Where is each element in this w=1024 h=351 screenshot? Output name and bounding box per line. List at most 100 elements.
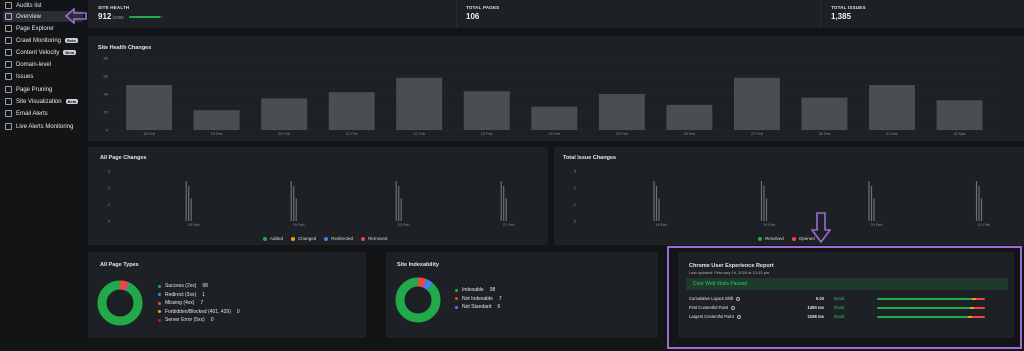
x-tick-label: 18 Feb — [655, 223, 667, 227]
bar — [328, 92, 375, 130]
site-health-max: /1000 — [112, 15, 124, 20]
sidebar-item-label: Overview — [16, 13, 42, 20]
sidebar-item-label: Crawl Monitoring — [16, 37, 62, 44]
site-indexability-list: Indexable 98 Not Indexable 7 Not Standard 6 — [455, 286, 502, 312]
bar — [290, 181, 292, 221]
sidebar-item-domain-level[interactable]: Domain-level — [3, 59, 83, 70]
chart-icon — [5, 13, 12, 20]
sidebar-item-content-velocity[interactable]: Content Velocity Beta — [3, 47, 83, 58]
sidebar-item-label: Issues — [16, 73, 34, 80]
bar — [733, 77, 780, 130]
total-issue-changes-legend: Resolved Opened — [758, 236, 815, 241]
y-tick-label: 1 — [108, 202, 111, 207]
bar — [980, 198, 983, 221]
beta-badge: Beta — [65, 38, 78, 43]
list-item: Forbidden/Blocked (401, 429) 0 — [158, 308, 240, 317]
bar — [936, 100, 983, 130]
list-item: Redirect (3xx) 1 — [158, 291, 240, 300]
bar — [978, 186, 980, 221]
sidebar-item-label: Site Visualization — [16, 98, 62, 105]
all-page-types-donut — [97, 280, 143, 326]
site-health-progress — [129, 16, 163, 18]
y-tick-label: 1 — [574, 202, 577, 207]
y-tick-label: 2 — [108, 185, 111, 190]
beta-badge: Beta — [63, 50, 77, 55]
annotation-arrow-left-icon — [65, 8, 87, 24]
x-tick-label: 02 Mar — [954, 132, 967, 136]
total-issues-label: TOTAL ISSUES — [831, 5, 866, 10]
site-indexability-donut — [395, 277, 441, 323]
total-pages-label: TOTAL PAGES — [466, 5, 500, 10]
beta-badge: Beta — [65, 99, 79, 104]
y-tick-label: 0 — [106, 128, 109, 133]
site-indexability-title: Site Indexability — [397, 262, 439, 268]
x-tick-label: 18 Feb — [188, 223, 200, 227]
bar — [396, 77, 443, 130]
bar — [500, 181, 502, 221]
annotation-highlight-box — [667, 246, 1022, 349]
sidebar-item-issues[interactable]: Issues — [3, 71, 83, 82]
list-item: Not Standard 6 — [455, 303, 502, 312]
y-tick-label: 20 — [104, 110, 109, 115]
y-tick-label: 40 — [104, 92, 109, 97]
y-tick-label: 0 — [574, 219, 577, 224]
legend-resolved[interactable]: Resolved — [758, 236, 784, 241]
total-pages-value: 106 — [466, 12, 480, 21]
bar — [398, 186, 400, 221]
sidebar-item-email-alerts[interactable]: Email Alerts — [3, 108, 83, 119]
bar — [400, 198, 402, 221]
stats-bar — [88, 0, 1024, 28]
bar — [185, 181, 187, 221]
x-tick-label: 21 Feb — [503, 223, 515, 227]
legend-changed[interactable]: Changed — [291, 236, 316, 241]
legend-redirected[interactable]: Redirected — [324, 236, 353, 241]
x-tick-label: 20 Feb — [278, 132, 290, 136]
x-tick-label: 20 Feb — [398, 223, 410, 227]
list-item: Server Error (5xx) 0 — [158, 316, 240, 325]
sidebar-item-site-visualization[interactable]: Site Visualization Beta — [3, 96, 83, 107]
all-page-changes-legend: Added Changed Redirected Removed — [263, 236, 387, 241]
page-icon — [5, 25, 12, 32]
x-tick-label: 28 Feb — [819, 132, 831, 136]
x-tick-label: 19 Feb — [763, 223, 775, 227]
bar — [975, 181, 978, 221]
bar — [763, 186, 765, 221]
all-page-changes-chart: 0 1 2 3 18 Feb 19 Feb 20 Feb 21 Feb — [108, 169, 515, 228]
sidebar-item-live-alerts-monitoring[interactable]: Live Alerts Monitoring — [3, 121, 83, 132]
total-issue-changes-title: Total Issue Changes — [563, 155, 617, 161]
total-issue-changes-chart: 0 1 2 3 18 Feb 19 Feb 20 Feb 21 Feb — [574, 169, 990, 228]
bar — [801, 97, 848, 130]
sidebar-item-page-explorer[interactable]: Page Explorer — [3, 23, 83, 34]
list-item: Missing (4xx) 7 — [158, 299, 240, 308]
x-tick-label: 21 Feb — [978, 223, 990, 227]
bar — [653, 181, 655, 221]
monitor-icon — [5, 37, 12, 44]
bar — [261, 98, 308, 130]
bar — [395, 181, 397, 221]
bar — [295, 198, 297, 221]
site-health-score: 912 /1000 — [98, 12, 124, 21]
speed-icon — [5, 49, 12, 56]
site-health-progress-fill — [129, 16, 160, 18]
legend-removed[interactable]: Removed — [361, 236, 387, 241]
sidebar-item-label: Page Pruning — [16, 86, 53, 93]
sidebar-item-label: Content Velocity — [16, 49, 60, 56]
bar — [188, 186, 190, 221]
bar — [293, 186, 295, 221]
sidebar-item-page-pruning[interactable]: Page Pruning — [3, 84, 83, 95]
sidebar-item-label: Live Alerts Monitoring — [16, 123, 74, 130]
x-tick-label: 24 Feb — [548, 132, 560, 136]
graph-icon — [5, 98, 12, 105]
bar — [190, 198, 192, 221]
bar — [463, 91, 510, 130]
globe-icon — [5, 61, 12, 68]
mail-icon — [5, 110, 12, 117]
x-tick-label: 18 Feb — [143, 132, 155, 136]
y-tick-label: 2 — [574, 185, 577, 190]
y-tick-label: 0 — [108, 219, 111, 224]
all-page-types-list: Success (2xx) 98 Redirect (3xx) 1 Missing … — [158, 282, 240, 325]
legend-added[interactable]: Added — [263, 236, 283, 241]
sidebar-item-crawl-monitoring[interactable]: Crawl Monitoring Beta — [3, 35, 83, 46]
bar — [870, 186, 873, 221]
list-item: Success (2xx) 98 — [158, 282, 240, 291]
